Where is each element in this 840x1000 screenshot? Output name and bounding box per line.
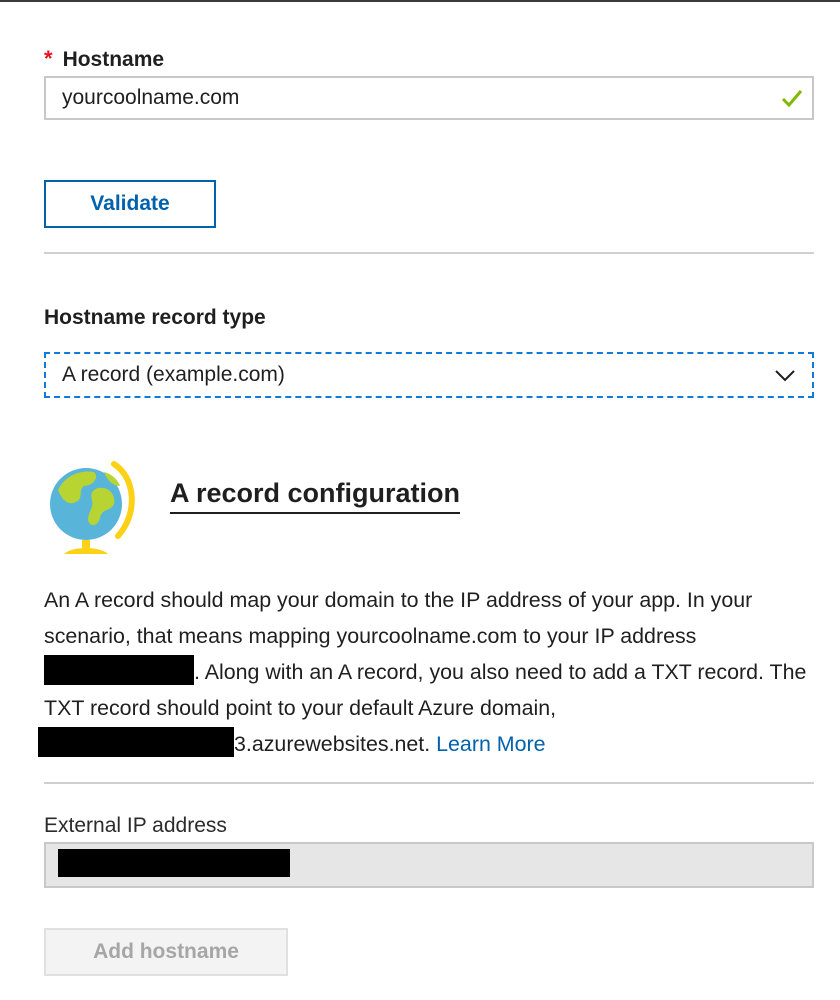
record-type-select[interactable]: A record (example.com) <box>44 352 814 398</box>
hostname-input-value: yourcoolname.com <box>62 86 240 109</box>
learn-more-link[interactable]: Learn More <box>436 732 545 756</box>
checkmark-icon <box>781 90 803 108</box>
record-type-selected: A record (example.com) <box>62 363 285 386</box>
description: An A record should map your domain to th… <box>38 582 819 762</box>
record-type-label: Hostname record type <box>44 306 266 329</box>
redacted-domain <box>38 727 234 757</box>
hostname-label-text: Hostname <box>62 48 165 71</box>
redacted-ip-value <box>58 849 290 877</box>
external-ip-label: External IP address <box>44 814 227 837</box>
section-title: A record configuration <box>170 478 461 514</box>
divider <box>44 782 814 784</box>
hostname-label: * Hostname <box>44 46 164 72</box>
chevron-down-icon <box>775 370 795 382</box>
add-hostname-button: Add hostname <box>44 928 288 976</box>
top-border <box>0 0 840 2</box>
hostname-input[interactable]: yourcoolname.com <box>44 76 814 120</box>
validate-button[interactable]: Validate <box>44 180 216 228</box>
description-text-1: An A record should map your domain to th… <box>44 588 753 648</box>
required-marker: * <box>44 46 53 71</box>
divider <box>44 252 814 254</box>
redacted-ip <box>44 655 194 685</box>
external-ip-field <box>44 842 814 888</box>
description-text-3: 3.azurewebsites.net. <box>234 732 437 756</box>
globe-icon <box>50 461 135 554</box>
